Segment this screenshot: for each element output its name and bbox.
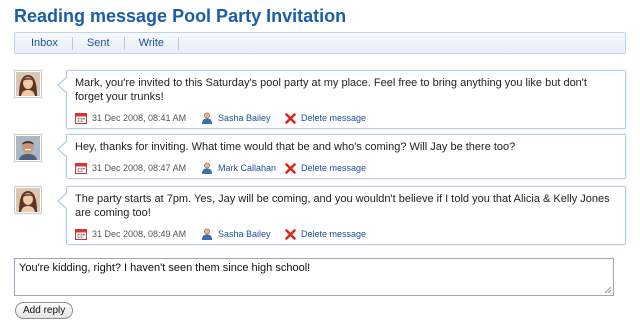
message-bubble: The party starts at 7pm. Yes, Jay will b… xyxy=(57,186,626,245)
message-text: Mark, you're invited to this Saturday's … xyxy=(75,77,587,103)
nav-inbox-link[interactable]: Inbox xyxy=(17,36,73,50)
user-icon xyxy=(202,228,212,240)
message-bubble: Mark, you're invited to this Saturday's … xyxy=(57,70,626,129)
message-bubble: Hey, thanks for inviting. What time woul… xyxy=(57,134,626,179)
nav-sent-link[interactable]: Sent xyxy=(73,36,125,50)
delete-label: Delete message xyxy=(301,113,367,123)
delete-message-link[interactable]: Delete message xyxy=(285,228,367,240)
author-name: Sasha Bailey xyxy=(218,113,271,123)
calendar-icon xyxy=(75,229,87,240)
delete-label: Delete message xyxy=(301,163,367,173)
user-icon xyxy=(202,112,212,124)
message-date: 31 Dec 2008, 08:47 AM xyxy=(75,162,201,174)
message-author[interactable]: Sasha Bailey xyxy=(201,112,285,124)
author-name: Mark Callahan xyxy=(218,163,277,173)
reply-textarea[interactable]: You're kidding, right? I haven't seen th… xyxy=(14,258,614,296)
delete-message-link[interactable]: Delete message xyxy=(285,162,367,174)
date-text: 31 Dec 2008, 08:47 AM xyxy=(92,163,187,173)
calendar-icon xyxy=(75,113,87,124)
nav-write-link[interactable]: Write xyxy=(125,36,180,50)
delete-message-link[interactable]: Delete message xyxy=(285,112,367,124)
date-text: 31 Dec 2008, 08:49 AM xyxy=(92,229,187,239)
delete-x-icon xyxy=(285,162,296,174)
nav-bar: Inbox Sent Write xyxy=(14,32,626,54)
message-author[interactable]: Sasha Bailey xyxy=(201,228,285,240)
page-title: Reading message Pool Party Invitation xyxy=(14,6,347,26)
male-avatar-icon xyxy=(14,134,42,162)
female-avatar-icon xyxy=(14,70,42,98)
message-text: Hey, thanks for inviting. What time woul… xyxy=(75,141,516,153)
date-text: 31 Dec 2008, 08:41 AM xyxy=(92,113,187,123)
message-author[interactable]: Mark Callahan xyxy=(201,162,285,174)
add-reply-button[interactable]: Add reply xyxy=(15,302,74,319)
female-avatar-icon xyxy=(14,186,42,214)
delete-x-icon xyxy=(285,228,296,240)
author-name: Sasha Bailey xyxy=(218,229,271,239)
delete-x-icon xyxy=(285,112,296,124)
calendar-icon xyxy=(75,163,87,174)
message-date: 31 Dec 2008, 08:49 AM xyxy=(75,228,201,240)
user-icon xyxy=(202,162,212,174)
resize-grip-icon[interactable] xyxy=(603,285,612,294)
delete-label: Delete message xyxy=(301,229,367,239)
message-date: 31 Dec 2008, 08:41 AM xyxy=(75,112,201,124)
message-text: The party starts at 7pm. Yes, Jay will b… xyxy=(75,193,610,219)
